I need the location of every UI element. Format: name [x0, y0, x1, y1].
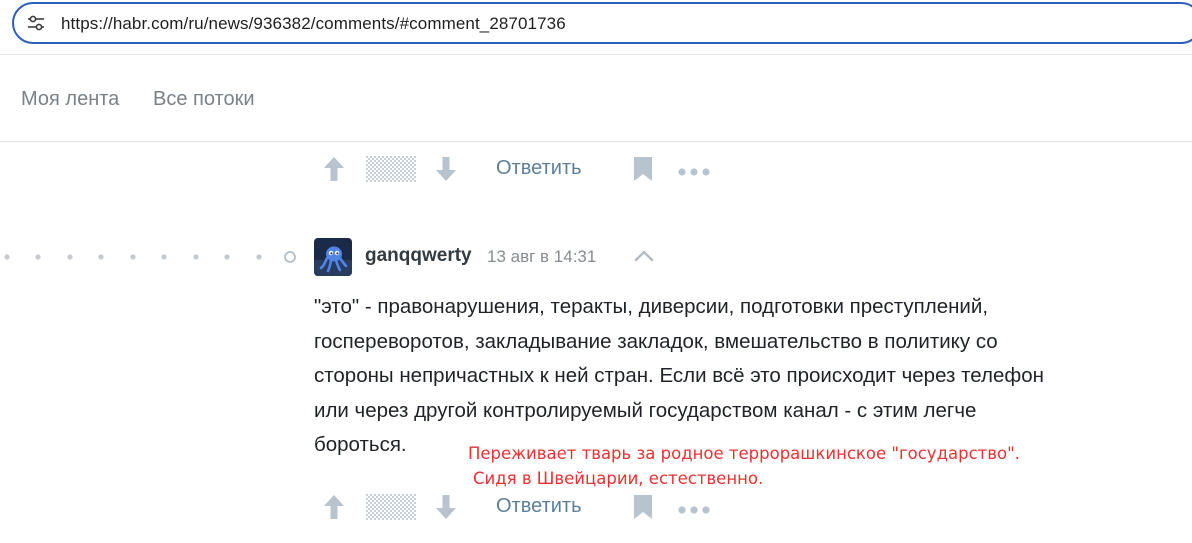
comment-line: "это" - правонарушения, теракты, диверси…: [314, 295, 989, 318]
vote-down-icon[interactable]: [434, 493, 458, 521]
bookmark-icon[interactable]: [632, 494, 654, 520]
address-bar[interactable]: https://habr.com/ru/news/936382/comments…: [12, 2, 1192, 44]
browser-window: https://habr.com/ru/news/936382/comments…: [0, 0, 1192, 543]
thread-depth-indicator: [0, 248, 300, 266]
comment-line: стороны непричастных к ней стран. Если в…: [314, 364, 1044, 387]
vote-up-icon[interactable]: [322, 155, 346, 183]
more-options-icon[interactable]: [678, 502, 710, 514]
comment-actions: Ответить: [320, 488, 740, 524]
comment-line: или через другой контролируемый государс…: [314, 398, 977, 422]
annotation-line: Переживает тварь за родное террорашкинск…: [468, 444, 1020, 463]
comment-body: "это" - правонарушения, теракты, диверси…: [314, 290, 1174, 463]
avatar[interactable]: [314, 238, 352, 276]
chevron-up-icon[interactable]: [634, 249, 654, 263]
overlay-annotation: Переживает тварь за родное террорашкинск…: [468, 441, 1020, 491]
bookmark-icon[interactable]: [632, 156, 654, 182]
nav-item-my-feed[interactable]: Моя лента: [21, 88, 119, 111]
url-text[interactable]: https://habr.com/ru/news/936382/comments…: [61, 14, 566, 34]
score-hidden-icon: [366, 494, 416, 520]
comment-timestamp[interactable]: 13 авг в 14:31: [487, 247, 596, 267]
reply-button[interactable]: Ответить: [496, 495, 582, 518]
nav-bar: Моя лента Все потоки: [0, 54, 1192, 142]
more-options-icon[interactable]: [678, 164, 710, 176]
nav-item-all-streams[interactable]: Все потоки: [153, 88, 255, 111]
comment-actions-previous: Ответить: [320, 150, 740, 186]
reply-button[interactable]: Ответить: [496, 157, 582, 180]
comment-line: госпереворотов, закладывание закладок, в…: [314, 329, 998, 353]
vote-up-icon[interactable]: [322, 493, 346, 521]
score-hidden-icon: [366, 156, 416, 182]
vote-down-icon[interactable]: [434, 155, 458, 183]
comment-author[interactable]: ganqqwerty: [365, 245, 472, 267]
site-settings-icon[interactable]: [27, 15, 45, 31]
